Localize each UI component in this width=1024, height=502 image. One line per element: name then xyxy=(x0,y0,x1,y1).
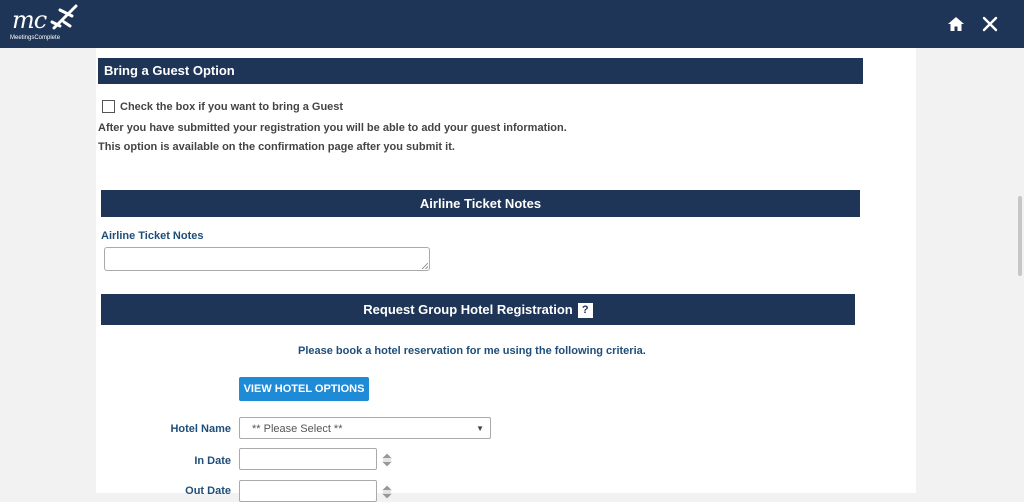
hotel-section-title: Request Group Hotel Registration xyxy=(363,302,573,317)
section-header-guest: Bring a Guest Option xyxy=(98,58,863,84)
home-icon[interactable] xyxy=(946,14,966,34)
section-header-hotel: Request Group Hotel Registration? xyxy=(101,294,855,325)
in-date-input[interactable] xyxy=(239,448,377,470)
bring-guest-checkbox[interactable] xyxy=(102,100,115,113)
out-date-spinner-icon[interactable] xyxy=(382,485,392,499)
in-date-spinner-icon[interactable] xyxy=(382,453,392,467)
logo-subtext: MeetingsComplete xyxy=(10,35,61,41)
registration-form: Bring a Guest Option Check the box if yo… xyxy=(96,48,916,502)
close-icon[interactable] xyxy=(980,14,1000,34)
in-date-label: In Date xyxy=(194,455,231,467)
hotel-name-select[interactable]: ** Please Select ** ▼ xyxy=(239,417,491,439)
logo-mark: mc xyxy=(12,6,47,34)
airplane-icon xyxy=(50,4,78,30)
hotel-name-label: Hotel Name xyxy=(170,423,231,435)
out-date-label: Out Date xyxy=(185,485,231,497)
chevron-down-icon: ▼ xyxy=(476,424,484,433)
scrollbar-thumb[interactable] xyxy=(1018,196,1022,276)
out-date-input[interactable] xyxy=(239,480,377,502)
airline-notes-textarea[interactable] xyxy=(104,247,430,271)
airline-notes-label: Airline Ticket Notes xyxy=(101,230,204,242)
section-header-airline: Airline Ticket Notes xyxy=(101,190,860,217)
guest-info-line2: This option is available on the confirma… xyxy=(98,141,455,153)
top-navbar: mc MeetingsComplete xyxy=(0,0,1024,48)
bring-guest-label[interactable]: Check the box if you want to bring a Gue… xyxy=(120,101,343,113)
meetingscomplete-logo[interactable]: mc MeetingsComplete xyxy=(10,4,90,44)
hotel-select-value: ** Please Select ** xyxy=(252,423,343,435)
guest-info-line1: After you have submitted your registrati… xyxy=(98,122,567,134)
view-hotel-options-button[interactable]: VIEW HOTEL OPTIONS xyxy=(239,377,369,401)
help-icon[interactable]: ? xyxy=(577,303,593,318)
textarea-resize-handle[interactable] xyxy=(422,263,428,269)
vertical-scrollbar[interactable] xyxy=(1016,48,1024,493)
hotel-intro-text: Please book a hotel reservation for me u… xyxy=(298,345,646,357)
